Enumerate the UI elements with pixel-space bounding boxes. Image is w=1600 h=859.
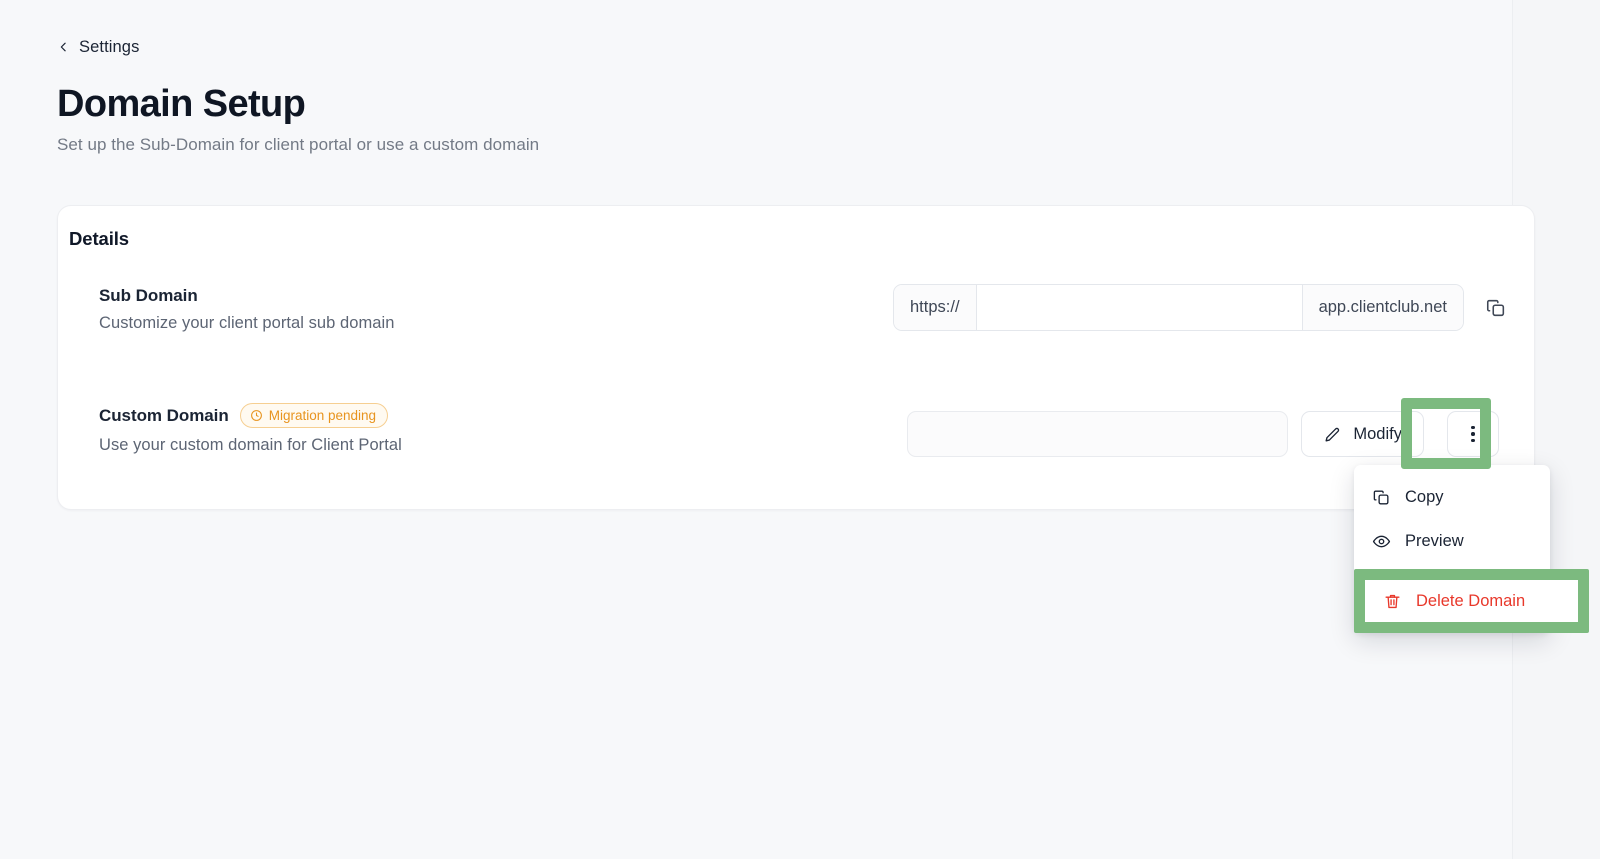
sub-domain-description: Customize your client portal sub domain bbox=[99, 314, 395, 332]
back-to-settings-link[interactable]: Settings bbox=[57, 37, 139, 57]
sub-domain-title-line: Sub Domain bbox=[99, 286, 394, 306]
trash-icon bbox=[1383, 592, 1402, 611]
custom-domain-control: Modify bbox=[907, 401, 1509, 467]
copy-sub-domain-button[interactable] bbox=[1483, 295, 1509, 321]
custom-domain-row: Custom Domain Migration pending Use your… bbox=[99, 401, 1509, 467]
modify-button-label: Modify bbox=[1353, 424, 1402, 443]
sub-domain-input[interactable] bbox=[976, 285, 1302, 330]
page-subtitle: Set up the Sub-Domain for client portal … bbox=[57, 135, 540, 154]
menu-item-preview-label: Preview bbox=[1405, 531, 1464, 550]
custom-domain-input[interactable] bbox=[907, 411, 1289, 457]
menu-item-copy-label: Copy bbox=[1405, 487, 1444, 506]
sub-domain-input-group: https:// app.clientclub.net bbox=[893, 284, 1464, 331]
copy-icon bbox=[1372, 488, 1391, 507]
sub-domain-title: Sub Domain bbox=[99, 286, 198, 305]
menu-item-delete-domain-label: Delete Domain bbox=[1416, 591, 1526, 610]
sub-domain-row: Sub Domain Customize your client portal … bbox=[99, 284, 1509, 333]
eye-icon bbox=[1372, 532, 1391, 551]
more-options-menu: Copy Preview Delete Domain bbox=[1354, 465, 1589, 633]
custom-domain-title-line: Custom Domain Migration pending bbox=[99, 403, 402, 428]
details-card: Details Sub Domain Customize your client… bbox=[57, 205, 1535, 510]
chevron-left-icon bbox=[57, 37, 70, 57]
back-link-label: Settings bbox=[79, 37, 140, 56]
sub-domain-text: Sub Domain Customize your client portal … bbox=[99, 284, 394, 333]
sub-domain-suffix: app.clientclub.net bbox=[1301, 285, 1463, 330]
clock-icon bbox=[250, 409, 263, 422]
more-options-wrapper bbox=[1437, 401, 1509, 467]
custom-domain-description: Use your custom domain for Client Portal bbox=[99, 436, 402, 454]
domain-setup-page: Settings Domain Setup Set up the Sub-Dom… bbox=[0, 0, 1600, 859]
sub-domain-control: https:// app.clientclub.net bbox=[893, 284, 1509, 331]
menu-item-preview[interactable]: Preview bbox=[1354, 519, 1550, 563]
status-badge: Migration pending bbox=[239, 403, 389, 428]
sub-domain-protocol-prefix: https:// bbox=[894, 285, 977, 330]
copy-icon bbox=[1485, 297, 1507, 319]
menu-item-copy[interactable]: Copy bbox=[1354, 475, 1550, 519]
custom-domain-title: Custom Domain bbox=[99, 405, 229, 425]
page-title: Domain Setup bbox=[57, 83, 306, 125]
status-badge-label: Migration pending bbox=[268, 408, 377, 423]
highlight-box-delete-domain: Delete Domain bbox=[1354, 569, 1589, 633]
menu-item-delete-domain[interactable]: Delete Domain bbox=[1365, 580, 1578, 622]
pencil-icon bbox=[1323, 425, 1342, 444]
more-options-button[interactable] bbox=[1447, 411, 1499, 457]
card-title: Details bbox=[69, 228, 129, 249]
modify-button[interactable]: Modify bbox=[1301, 411, 1424, 457]
custom-domain-text: Custom Domain Migration pending Use your… bbox=[99, 401, 402, 455]
kebab-menu-icon bbox=[1471, 425, 1475, 443]
